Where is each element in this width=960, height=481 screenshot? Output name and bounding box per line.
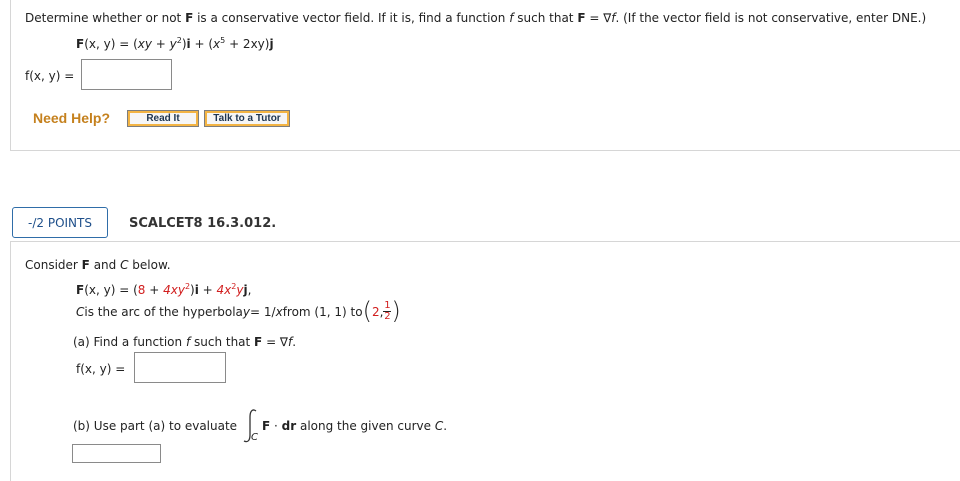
read-it-button[interactable]: Read It xyxy=(127,110,199,127)
answer-input-part-b[interactable] xyxy=(72,444,161,463)
part-b-C: C xyxy=(434,419,444,433)
integrand-F: F xyxy=(262,419,271,433)
field-F: F xyxy=(76,37,85,51)
intro-text: Consider xyxy=(25,258,82,272)
part-a-prompt: (a) Find a function f such that F = ∇f. xyxy=(73,335,296,349)
question-code: SCALCET8 16.3.012. xyxy=(129,216,277,231)
question-2-intro: Consider F and C below. xyxy=(25,258,171,272)
field-text: + xyxy=(198,283,217,297)
field-text: xy + y xyxy=(137,37,177,51)
prompt-text: Determine whether or not xyxy=(25,11,186,25)
field-text: + ( xyxy=(190,37,214,51)
answer-input-part-a[interactable] xyxy=(134,352,226,383)
intro-F: F xyxy=(81,258,90,272)
part-b-prompt: (b) Use part (a) to evaluate xyxy=(73,419,238,433)
fraction-denominator: 2 xyxy=(384,311,391,322)
integrand-dr: dr xyxy=(281,419,297,433)
right-paren-icon: ) xyxy=(391,296,401,325)
vector-field-expression: F(x, y) = (xy + y2)i + (x5 + 2xy)j xyxy=(76,36,274,51)
prompt-text: is a conservative vector field. If it is… xyxy=(193,11,510,25)
field-term-4x: 4x xyxy=(216,283,232,297)
field-F: F xyxy=(76,283,85,297)
field-text: , xyxy=(247,283,252,297)
curve-x: x xyxy=(275,304,283,319)
field-text: (x, y) = ( xyxy=(84,37,138,51)
part-a-text: . xyxy=(292,335,297,349)
curve-C: C xyxy=(76,304,85,319)
fraction-numerator: 1 xyxy=(384,300,391,311)
integrand-dot: · xyxy=(270,419,282,433)
answer-input-q1[interactable] xyxy=(81,59,172,90)
part-b-text: along the given curve xyxy=(296,419,435,433)
prompt-text: = ∇ xyxy=(585,11,612,25)
curve-text: from (1, 1) to xyxy=(282,304,363,319)
curve-text: = 1/ xyxy=(250,304,276,319)
answer-label-part-a: f(x, y) = xyxy=(76,362,126,376)
answer-label-q1: f(x, y) = xyxy=(25,69,75,83)
field-term-4xy: 4xy xyxy=(163,283,185,297)
intro-text: and xyxy=(89,258,121,272)
prompt-F: F xyxy=(577,11,586,25)
vector-field-expression-q2: F(x, y) = (8 + 4xy2)i + 4x2yj, xyxy=(76,282,251,297)
part-a-text: (a) Find a function xyxy=(73,335,186,349)
curve-description: C is the arc of the hyperbola y = 1/x fr… xyxy=(76,296,401,325)
part-b-integrand: F · dr along the given curve C. xyxy=(262,419,447,433)
curve-text: is the arc of the hyperbola xyxy=(84,304,243,319)
field-text: + 2xy) xyxy=(225,37,270,51)
prompt-text: such that xyxy=(513,11,578,25)
curve-y: y xyxy=(242,304,251,319)
prompt-text: . (If the vector field is not conservati… xyxy=(615,11,927,25)
field-text: + xyxy=(145,283,164,297)
intro-text: below. xyxy=(128,258,171,272)
integral-subscript: C xyxy=(251,432,258,443)
endpoint-x: 2 xyxy=(371,304,380,319)
talk-to-tutor-button[interactable]: Talk to a Tutor xyxy=(204,110,290,127)
field-text: (x, y) = ( xyxy=(84,283,138,297)
left-paren-icon: ( xyxy=(362,296,372,325)
question-1-prompt: Determine whether or not F is a conserva… xyxy=(25,11,926,25)
part-b-text: . xyxy=(443,419,448,433)
need-help-label: Need Help? xyxy=(33,110,111,126)
points-badge: -/2 POINTS xyxy=(12,207,108,238)
part-a-text: such that xyxy=(190,335,255,349)
part-a-text: = ∇ xyxy=(262,335,288,349)
unit-j: j xyxy=(269,37,274,51)
fraction-one-half: 1 2 xyxy=(383,300,392,322)
